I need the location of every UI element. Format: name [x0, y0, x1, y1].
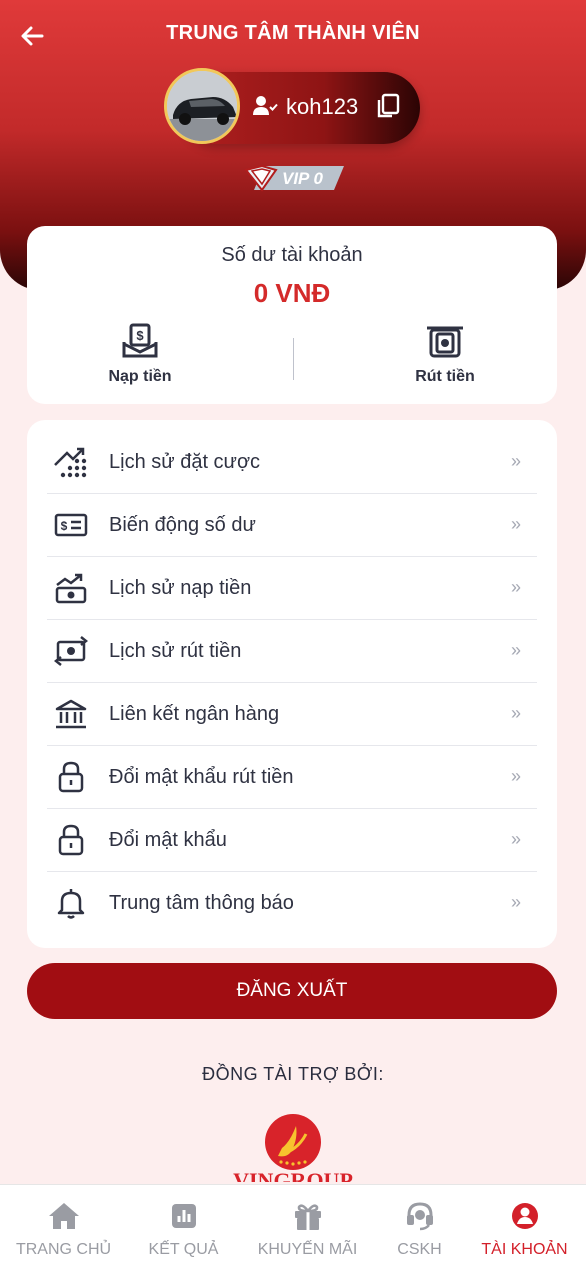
- svg-text:$: $: [136, 328, 144, 343]
- menu-item-label: Lịch sử đặt cược: [109, 451, 261, 473]
- menu-item-withdraw-history[interactable]: Lịch sử rút tiền »: [47, 620, 537, 683]
- headset-icon: [406, 1202, 433, 1231]
- tab-label: KHUYẾN MÃI: [257, 1241, 358, 1258]
- balance-label: Số dư tài khoản: [221, 244, 363, 266]
- deposit-label: Nạp tiền: [108, 368, 172, 385]
- bell-icon: [57, 889, 85, 919]
- vip-label: VIP 0: [282, 169, 323, 188]
- tab-label: KẾT QUẢ: [148, 1241, 219, 1258]
- menu-item-label: Liên kết ngân hàng: [109, 703, 280, 725]
- menu-item-link-bank[interactable]: Liên kết ngân hàng »: [47, 683, 537, 746]
- menu-item-label: Lịch sử nạp tiền: [109, 577, 252, 599]
- withdraw-icon: [427, 326, 463, 358]
- tab-promotions[interactable]: KHUYẾN MÃI: [249, 1201, 366, 1271]
- results-icon: [171, 1204, 196, 1228]
- chevron-right-icon: »: [510, 703, 521, 723]
- menu-item-balance-changes[interactable]: $ Biến động số dư »: [47, 494, 537, 557]
- page-title: TRUNG TÂM THÀNH VIÊN: [166, 22, 420, 44]
- user-check-icon: [253, 96, 278, 115]
- menu-item-change-password[interactable]: Đổi mật khẩu »: [47, 809, 537, 872]
- lock-icon: [58, 824, 84, 856]
- menu-item-label: Đổi mật khẩu rút tiền: [109, 766, 294, 788]
- avatar[interactable]: [164, 68, 240, 144]
- tab-label: TRANG CHỦ: [15, 1241, 112, 1258]
- menu-item-change-withdraw-password[interactable]: Đổi mật khẩu rút tiền »: [47, 746, 537, 809]
- menu-item-deposit-history[interactable]: Lịch sử nạp tiền »: [47, 557, 537, 620]
- actions-divider: [293, 338, 294, 380]
- menu-item-label: Biến động số dư: [109, 514, 256, 536]
- copy-icon[interactable]: [374, 92, 402, 120]
- withdraw-history-icon: [53, 636, 89, 666]
- tab-account[interactable]: TÀI KHOẢN: [466, 1201, 583, 1271]
- menu-item-notifications[interactable]: Trung tâm thông báo »: [47, 872, 537, 935]
- account-icon: [511, 1203, 538, 1229]
- tab-support[interactable]: CSKH: [361, 1201, 478, 1271]
- chevron-right-icon: »: [510, 892, 521, 912]
- home-icon: [48, 1203, 79, 1229]
- deposit-button[interactable]: $ Nạp tiền: [80, 322, 200, 392]
- lock-icon: [58, 761, 84, 793]
- withdraw-label: Rút tiền: [415, 368, 475, 385]
- menu-item-label: Trung tâm thông báo: [109, 892, 294, 914]
- balance-card: Số dư tài khoản 0 VNĐ $ Nạp tiền Rút tiề…: [27, 226, 557, 404]
- username: koh123: [286, 94, 359, 119]
- svg-text:$: $: [61, 519, 68, 533]
- logout-button[interactable]: ĐĂNG XUẤT: [27, 963, 557, 1019]
- menu-card: Lịch sử đặt cược » $ Biến động số dư » L…: [27, 420, 557, 948]
- chevron-right-icon: »: [510, 640, 521, 660]
- bank-icon: [55, 699, 87, 729]
- sponsor-logo: VINGROUP: [226, 1112, 360, 1182]
- tab-home[interactable]: TRANG CHỦ: [5, 1201, 122, 1271]
- menu-item-bet-history[interactable]: Lịch sử đặt cược »: [47, 431, 537, 494]
- chevron-right-icon: »: [510, 577, 521, 597]
- chevron-right-icon: »: [510, 829, 521, 849]
- sponsor-title: ĐỒNG TÀI TRỢ BỞI:: [202, 1064, 384, 1084]
- bottom-tab-bar: TRANG CHỦ KẾT QUẢ KHUYẾN MÃI CSKH TÀI KH…: [0, 1184, 586, 1280]
- chevron-right-icon: »: [510, 514, 521, 534]
- menu-item-label: Đổi mật khẩu: [109, 829, 227, 851]
- chart-dots-icon: [54, 447, 87, 478]
- withdraw-button[interactable]: Rút tiền: [385, 322, 505, 392]
- sponsor-logo-text: VINGROUP: [233, 1168, 353, 1182]
- tab-label: CSKH: [397, 1241, 442, 1258]
- menu-item-label: Lịch sử rút tiền: [109, 640, 242, 662]
- deposit-icon: $: [122, 323, 158, 358]
- chevron-right-icon: »: [510, 766, 521, 786]
- tab-results[interactable]: KẾT QUẢ: [125, 1201, 242, 1271]
- deposit-history-icon: [55, 573, 87, 604]
- gift-icon: [294, 1204, 321, 1230]
- money-card-icon: $: [54, 513, 88, 537]
- balance-value: 0 VNĐ: [253, 278, 331, 308]
- chevron-right-icon: »: [510, 451, 521, 471]
- tab-label: TÀI KHOẢN: [481, 1241, 568, 1258]
- vingroup-logo-icon: VINGROUP: [233, 1114, 353, 1182]
